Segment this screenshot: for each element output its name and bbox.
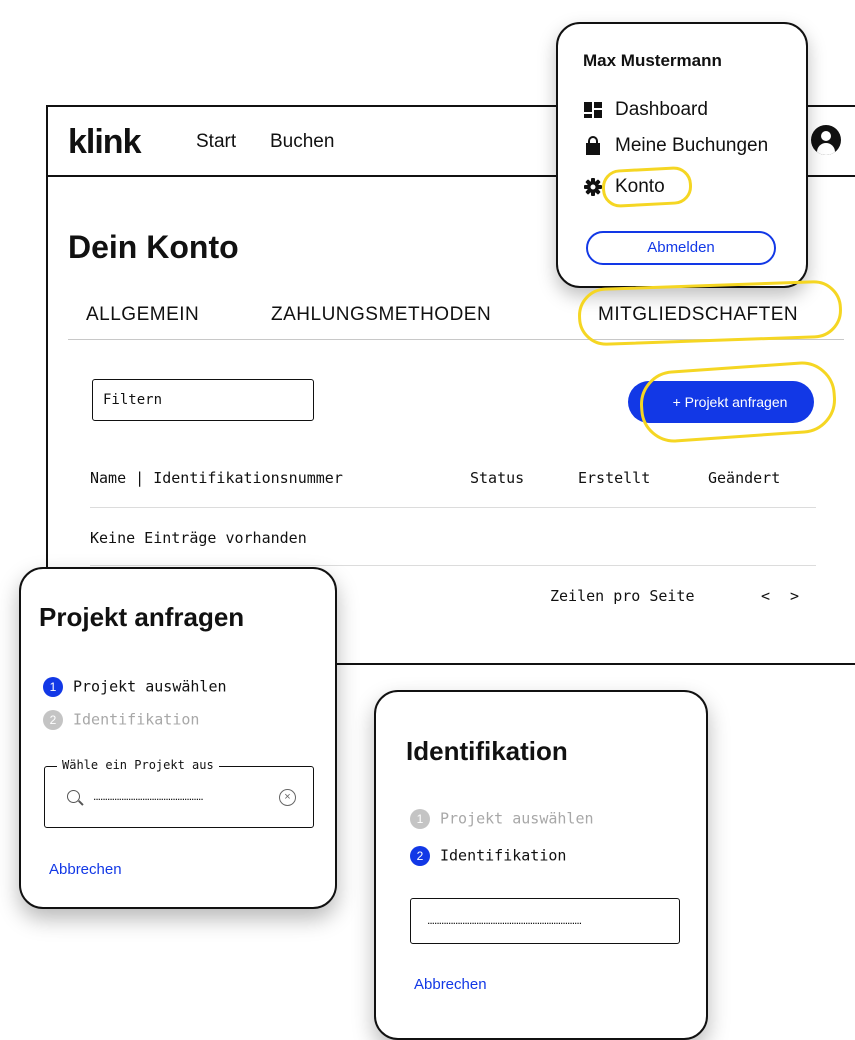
- menu-item-dashboard[interactable]: Dashboard: [583, 99, 708, 121]
- step-label: Projekt auswählen: [73, 677, 227, 696]
- step-identification: 2 Identifikation: [410, 846, 566, 866]
- dashboard-icon: [584, 101, 602, 118]
- previous-page-button[interactable]: <: [761, 587, 770, 605]
- identification-modal: Identifikation 1 Projekt auswählen 2 Ident…: [374, 690, 708, 1040]
- step-number-badge: 2: [410, 846, 430, 866]
- step-select-project: 1 Projekt auswählen: [410, 809, 594, 829]
- tab-allgemein[interactable]: ALLGEMEIN: [86, 304, 199, 326]
- tabs-divider: [68, 339, 844, 340]
- step-label: Identifikation: [440, 846, 567, 865]
- nav-link-start[interactable]: Start: [196, 131, 236, 153]
- request-project-modal: Projekt anfragen 1 Projekt auswählen 2 Ide…: [19, 567, 337, 909]
- table-divider: [90, 565, 816, 566]
- menu-item-bookings[interactable]: Meine Buchungen: [583, 135, 768, 157]
- column-header-created[interactable]: Erstellt: [578, 469, 650, 487]
- modal-title: Identifikation: [406, 736, 568, 766]
- step-number-badge: 1: [410, 809, 430, 829]
- menu-item-label: Meine Buchungen: [615, 135, 769, 156]
- menu-item-label: Dashboard: [615, 99, 708, 120]
- clear-icon[interactable]: ×: [279, 789, 296, 806]
- step-identification: 2 Identifikation: [43, 710, 199, 730]
- account-menu-popover: Max Mustermann Dashboard Meine Buchungen…: [556, 22, 808, 288]
- cancel-link[interactable]: Abbrechen: [414, 976, 487, 993]
- shopping-bag-icon: [586, 136, 600, 155]
- request-project-button[interactable]: + Projekt anfragen: [628, 381, 814, 423]
- search-icon: [67, 790, 80, 803]
- tab-mitgliedschaften[interactable]: MITGLIEDSCHAFTEN: [598, 304, 798, 326]
- tab-zahlungsmethoden[interactable]: ZAHLUNGSMETHODEN: [271, 304, 491, 326]
- step-label: Identifikation: [73, 710, 200, 729]
- column-header-status[interactable]: Status: [470, 469, 524, 487]
- user-avatar-icon[interactable]: [811, 125, 841, 155]
- identification-input[interactable]: ........................................…: [410, 898, 680, 944]
- step-select-project: 1 Projekt auswählen: [43, 677, 227, 697]
- column-header-name[interactable]: Name | Identifikationsnummer: [90, 469, 343, 487]
- next-page-button[interactable]: >: [790, 587, 799, 605]
- table-divider: [90, 507, 816, 508]
- project-select-field[interactable]: Wähle ein Projekt aus ..................…: [44, 758, 314, 828]
- rows-per-page-label: Zeilen pro Seite: [550, 587, 695, 605]
- modal-title: Projekt anfragen: [39, 602, 245, 632]
- logout-button[interactable]: Abmelden: [586, 231, 776, 265]
- project-select-value: ........................................…: [93, 789, 204, 803]
- cancel-link[interactable]: Abbrechen: [49, 861, 122, 878]
- logo[interactable]: klink: [68, 123, 141, 162]
- step-number-badge: 2: [43, 710, 63, 730]
- identification-input-value: ........................................…: [427, 913, 582, 927]
- filter-input[interactable]: Filtern: [92, 379, 314, 421]
- page-title: Dein Konto: [68, 229, 239, 265]
- user-name: Max Mustermann: [583, 51, 722, 70]
- gear-icon: [584, 177, 602, 196]
- empty-table-message: Keine Einträge vorhanden: [90, 529, 307, 547]
- step-number-badge: 1: [43, 677, 63, 697]
- column-header-modified[interactable]: Geändert: [708, 469, 780, 487]
- nav-link-buchen[interactable]: Buchen: [270, 131, 334, 153]
- menu-item-label: Konto: [615, 176, 665, 197]
- project-select-label: Wähle ein Projekt aus: [57, 758, 219, 772]
- menu-item-account[interactable]: Konto: [583, 176, 665, 198]
- step-label: Projekt auswählen: [440, 809, 594, 828]
